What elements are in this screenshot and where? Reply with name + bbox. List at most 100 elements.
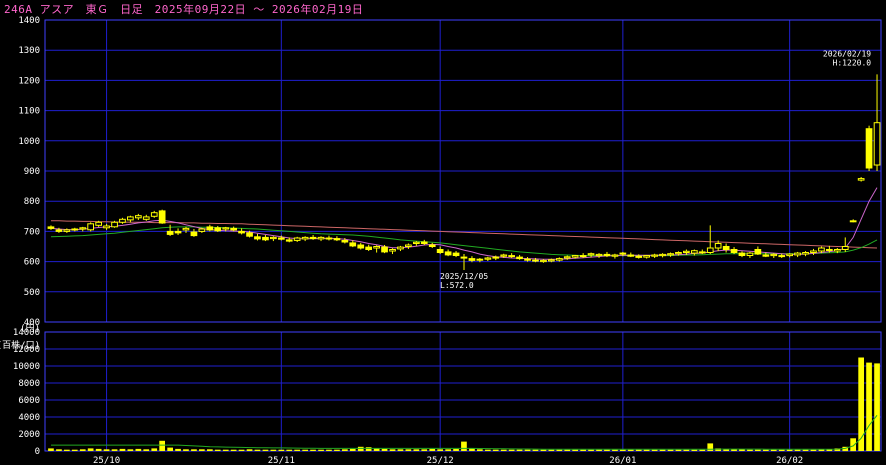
volume-bar bbox=[286, 449, 293, 451]
candle-up bbox=[103, 225, 110, 229]
candle-down bbox=[325, 237, 333, 240]
volume-bar bbox=[786, 449, 793, 451]
volume-bar bbox=[540, 449, 547, 451]
volume-bar bbox=[64, 449, 70, 451]
candle-down bbox=[468, 258, 476, 261]
candle-down bbox=[428, 244, 436, 247]
candle-down bbox=[738, 252, 746, 257]
volume-tick-label: 8000 bbox=[18, 379, 40, 389]
candle-up bbox=[413, 241, 420, 245]
candle-down bbox=[508, 255, 515, 258]
candle-up bbox=[778, 255, 786, 258]
candle-up bbox=[150, 212, 158, 217]
volume-bar bbox=[381, 448, 388, 451]
price-tick-label: 1300 bbox=[18, 46, 40, 56]
candle-up bbox=[587, 253, 595, 256]
volume-bar bbox=[421, 449, 428, 451]
volume-bar bbox=[246, 449, 253, 451]
candle-down bbox=[285, 239, 293, 242]
volume-bar bbox=[222, 449, 229, 451]
candle-down bbox=[420, 241, 428, 244]
candle-up bbox=[873, 122, 881, 166]
volume-bar bbox=[659, 449, 666, 451]
volume-bar bbox=[485, 449, 491, 451]
candle-up bbox=[492, 256, 500, 259]
stock-chart: 40050060070080090010001100120013001400(円… bbox=[0, 16, 882, 465]
volume-tick-label: 0 bbox=[35, 447, 40, 457]
volume-bar bbox=[643, 449, 650, 451]
volume-bar bbox=[111, 449, 118, 451]
volume-bar bbox=[707, 443, 714, 451]
volume-frame bbox=[44, 331, 882, 452]
candle-down bbox=[214, 227, 222, 232]
volume-bar bbox=[230, 449, 237, 451]
candle-down bbox=[47, 226, 55, 229]
volume-bar bbox=[79, 449, 86, 451]
volume-bar bbox=[453, 448, 459, 451]
volume-bar bbox=[270, 449, 277, 451]
annotation-label: H:1220.0 bbox=[833, 58, 872, 67]
volume-bar bbox=[874, 363, 880, 451]
volume-bar bbox=[103, 449, 110, 451]
candle-up bbox=[87, 223, 95, 231]
volume-bar bbox=[214, 449, 221, 451]
volume-bar bbox=[127, 449, 134, 451]
volume-bar bbox=[858, 357, 864, 451]
volume-panel: 02000400060008000100001200014000(百株/口) bbox=[0, 328, 882, 457]
volume-bar bbox=[461, 441, 467, 451]
volume-bar bbox=[612, 449, 618, 451]
volume-bar bbox=[492, 449, 499, 451]
volume-bar bbox=[651, 449, 658, 451]
price-tick-label: 1000 bbox=[18, 137, 40, 147]
candle-down bbox=[381, 246, 388, 253]
volume-axis-label: (百株/口) bbox=[0, 339, 40, 351]
volume-bar bbox=[445, 449, 451, 451]
candle-up bbox=[802, 252, 809, 255]
candle-up bbox=[301, 236, 309, 240]
candle-down bbox=[722, 246, 730, 250]
volume-bar bbox=[199, 449, 205, 451]
volume-bar bbox=[318, 449, 324, 451]
candle-down bbox=[365, 246, 372, 251]
volume-bar bbox=[326, 449, 332, 451]
volume-bar bbox=[413, 449, 420, 451]
volume-bar bbox=[87, 448, 94, 451]
candle-down bbox=[635, 255, 643, 258]
volume-bar bbox=[588, 449, 594, 451]
candle-up bbox=[683, 250, 690, 254]
price-panel: 40050060070080090010001100120013001400(円… bbox=[18, 16, 882, 334]
candle-up bbox=[714, 243, 722, 249]
volume-bar bbox=[191, 449, 197, 451]
candle-up bbox=[317, 236, 325, 240]
candle-up bbox=[293, 237, 301, 241]
volume-tick-label: 4000 bbox=[18, 413, 40, 423]
ma-short-line bbox=[50, 187, 878, 260]
volume-bar bbox=[477, 449, 483, 451]
volume-bar bbox=[183, 449, 189, 451]
x-tick-label: 25/10 bbox=[93, 456, 120, 465]
x-tick-label: 25/11 bbox=[268, 456, 295, 465]
candle-up bbox=[659, 253, 666, 257]
candle-up bbox=[675, 252, 682, 255]
candle-up bbox=[595, 253, 603, 257]
candle-up bbox=[571, 255, 579, 258]
candle-down bbox=[516, 256, 523, 260]
candle-up bbox=[484, 257, 492, 260]
candle-up bbox=[111, 221, 118, 228]
candle-up bbox=[841, 246, 849, 250]
volume-bar bbox=[747, 449, 753, 451]
candle-down bbox=[444, 251, 452, 256]
candle-up bbox=[63, 229, 71, 232]
candle-down bbox=[190, 231, 198, 237]
candle-up bbox=[786, 253, 793, 257]
volume-bar bbox=[802, 449, 809, 451]
candle-up bbox=[397, 246, 404, 250]
volume-bar bbox=[667, 449, 674, 451]
candle-down bbox=[730, 249, 738, 253]
volume-bar bbox=[167, 447, 173, 451]
candle-down bbox=[246, 232, 253, 237]
volume-bar bbox=[207, 449, 213, 451]
volume-bar bbox=[627, 449, 634, 451]
volume-bar bbox=[56, 449, 62, 451]
candle-down bbox=[238, 230, 245, 234]
